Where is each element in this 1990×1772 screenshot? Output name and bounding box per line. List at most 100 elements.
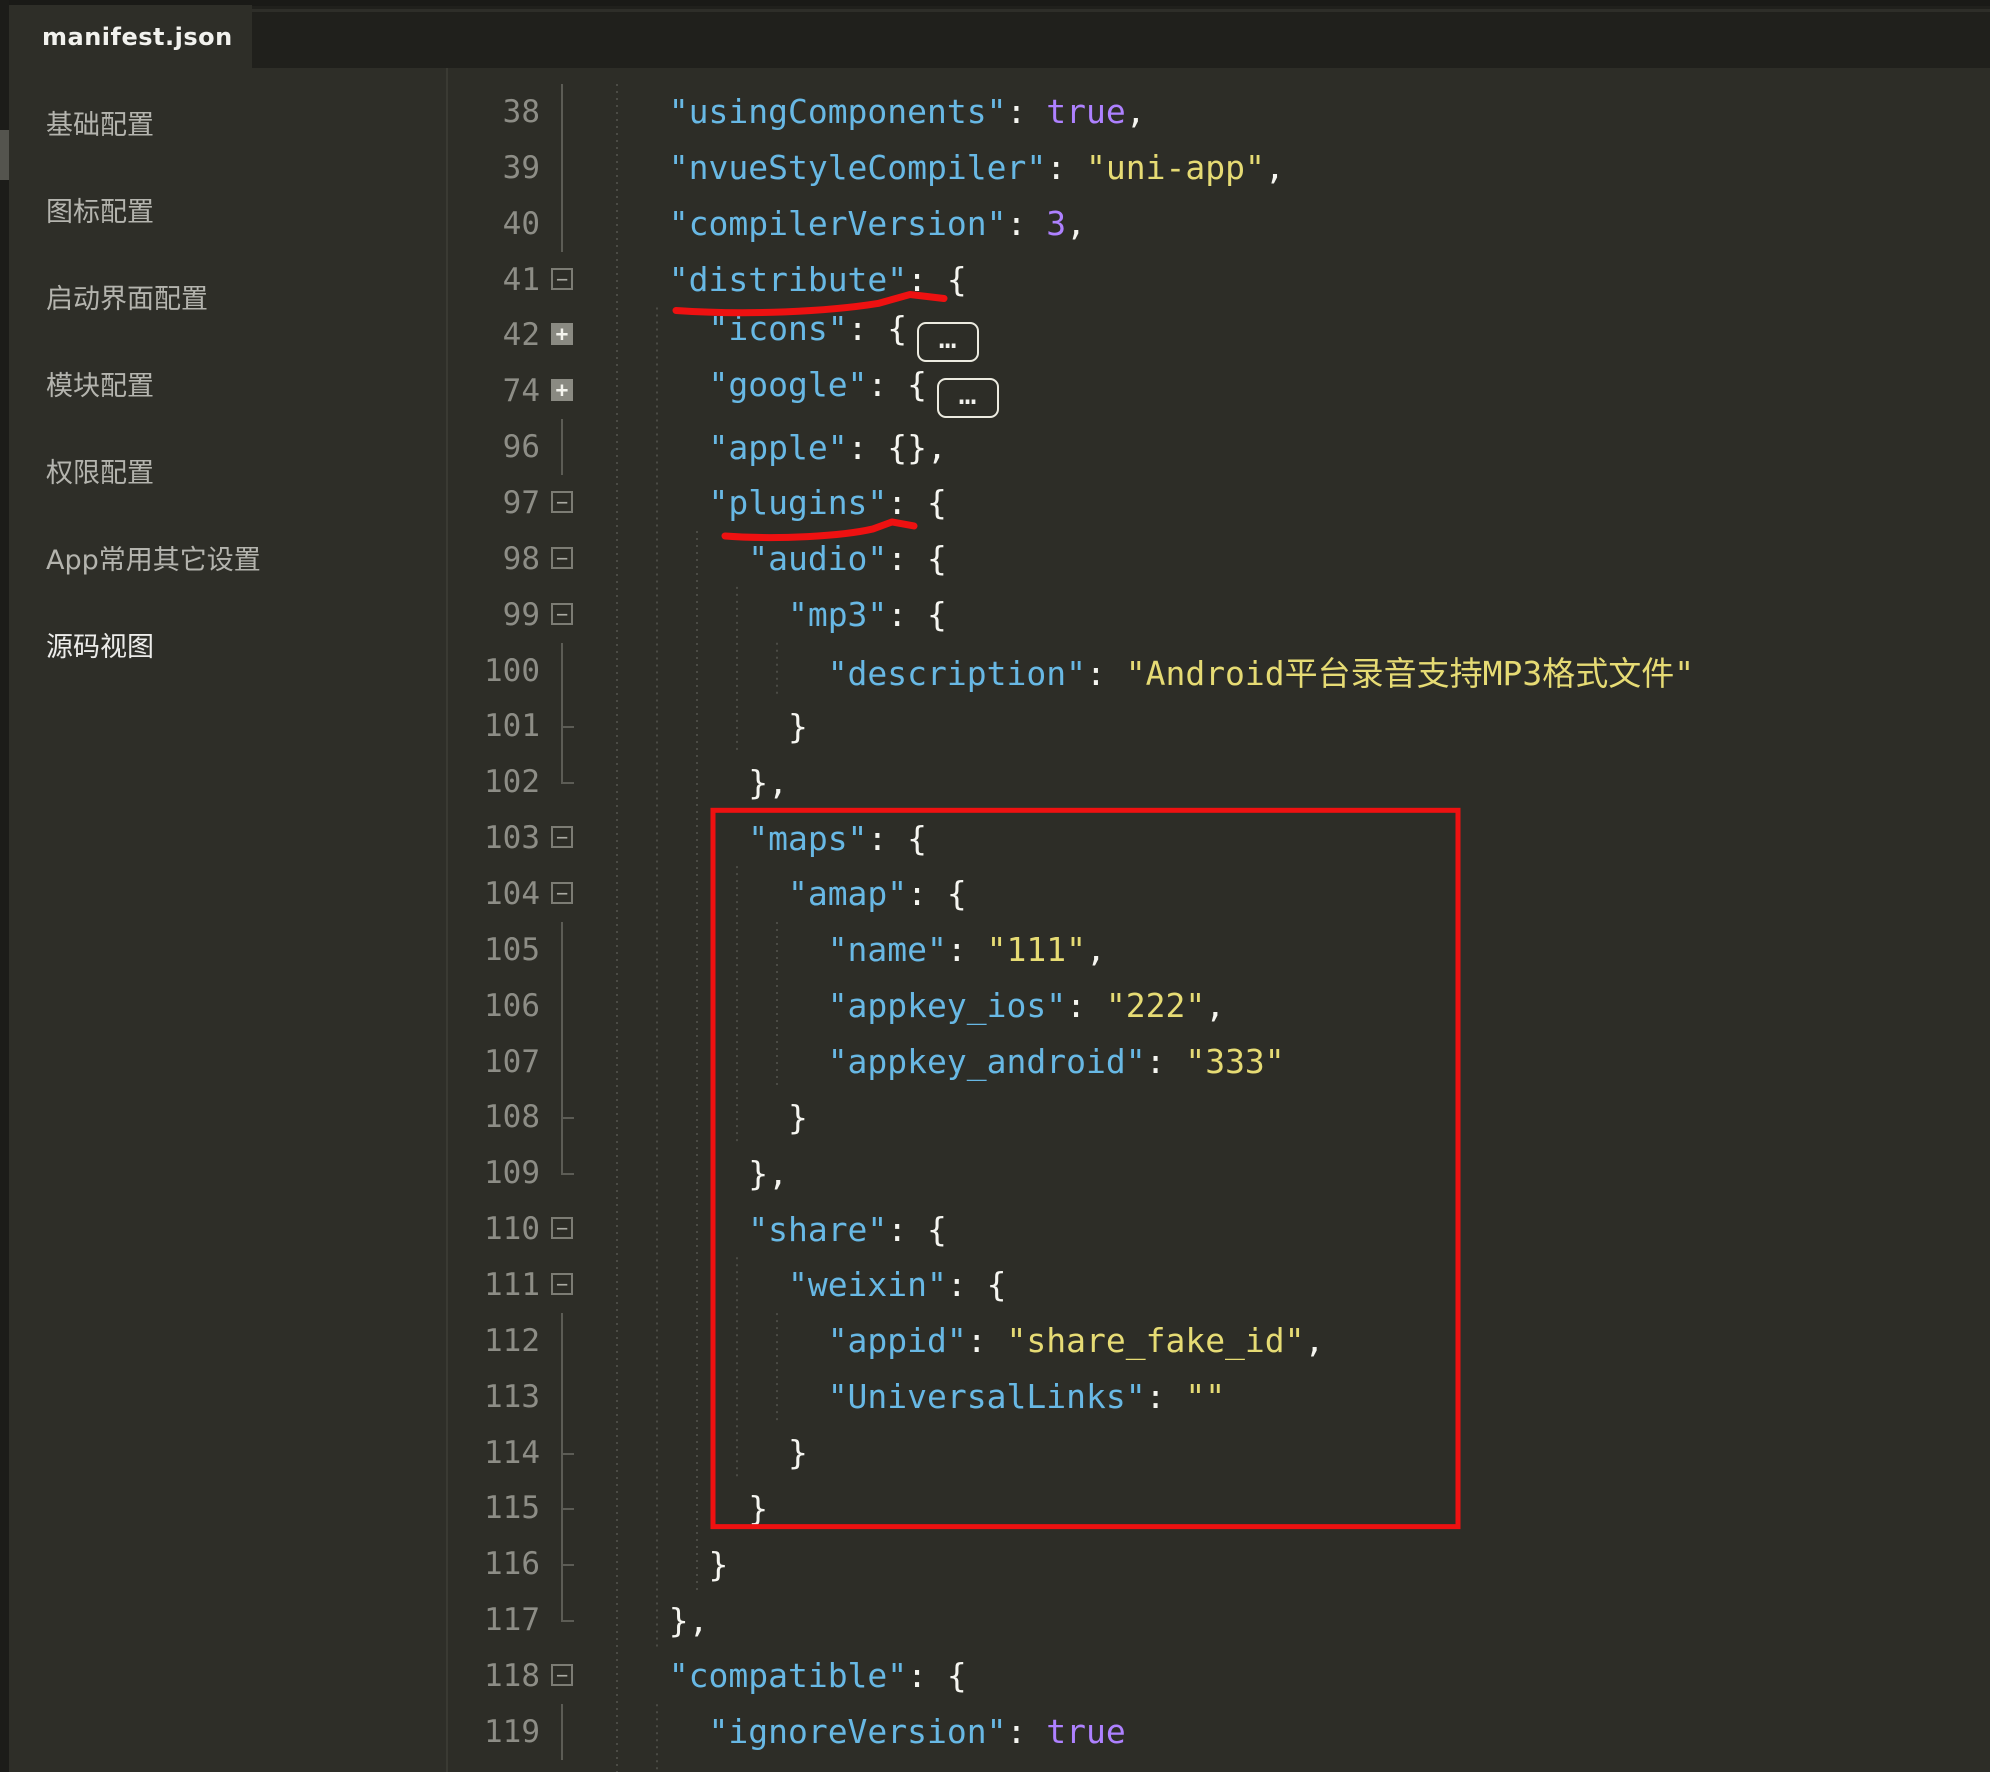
sidebar-item-5[interactable]: 权限配置: [9, 427, 446, 514]
code-text: "compilerVersion": 3,: [578, 204, 1086, 243]
line-number: 109: [448, 1155, 546, 1191]
token-punc: ,: [1305, 1321, 1325, 1360]
token-str: "share_fake_id": [1007, 1321, 1305, 1360]
token-punc: }: [788, 1433, 808, 1472]
token-key: "plugins": [708, 483, 887, 522]
token-punc: },: [748, 1154, 788, 1193]
fold-toggle-expanded-icon[interactable]: [546, 810, 578, 866]
code-editor[interactable]: 38 "usingComponents": true, 39 "nvueStyle…: [448, 68, 1990, 1772]
sidebar-item-3[interactable]: 启动界面配置: [9, 253, 446, 340]
token-punc: : {: [887, 539, 947, 578]
token-punc: },: [748, 763, 788, 802]
token-ws: [629, 1768, 669, 1772]
fold-toggle-collapsed-icon[interactable]: [546, 307, 578, 363]
token-ws: [629, 1656, 669, 1695]
token-ws: [629, 539, 748, 578]
token-punc: : {: [947, 1265, 1007, 1304]
token-ws: [629, 654, 828, 693]
code-line: 112 "appid": "share_fake_id",: [448, 1313, 1990, 1369]
token-key: "maps": [748, 819, 867, 858]
token-key: "appid": [828, 1321, 967, 1360]
fold-toggle-expanded-icon[interactable]: [546, 1257, 578, 1313]
fold-guide: [546, 1704, 578, 1760]
token-ws: [629, 707, 788, 746]
line-number: 41: [448, 262, 546, 298]
sidebar-item-7[interactable]: 源码视图: [9, 601, 446, 688]
fold-toggle-expanded-icon[interactable]: [546, 587, 578, 643]
fold-toggle-expanded-icon[interactable]: [546, 866, 578, 922]
collapsed-region-ellipsis-box[interactable]: …: [917, 322, 979, 362]
token-ws: [629, 819, 748, 858]
window-top-border: [9, 0, 1990, 6]
line-number: 40: [448, 206, 546, 242]
token-ws: [629, 1098, 788, 1137]
code-line: 98 "audio": {: [448, 531, 1990, 587]
window-top-border-2: [9, 9, 1990, 12]
line-number: 105: [448, 932, 546, 968]
fold-toggle-expanded-icon[interactable]: [546, 531, 578, 587]
token-punc: ,: [1066, 204, 1086, 243]
token-ws: [629, 204, 669, 243]
token-punc: }: [748, 1489, 768, 1528]
line-number: 114: [448, 1435, 546, 1471]
fold-toggle-expanded-icon[interactable]: [546, 252, 578, 308]
sidebar-item-6[interactable]: App常用其它设置: [9, 514, 446, 601]
code-text: "icons": {…: [578, 309, 979, 362]
token-key: "compatible": [669, 1656, 907, 1695]
token-ws: [629, 1321, 828, 1360]
fold-guide: [546, 1313, 578, 1369]
code-text: "name": "111",: [578, 930, 1106, 969]
token-punc: : {: [867, 819, 927, 858]
fold-guide: [546, 84, 578, 140]
sidebar-item-2[interactable]: 图标配置: [9, 166, 446, 253]
fold-guide: [546, 419, 578, 475]
code-line: 103 "maps": {: [448, 810, 1990, 866]
token-ws: [629, 428, 708, 467]
token-str: "": [1185, 1377, 1225, 1416]
code-text: }: [578, 1489, 768, 1528]
file-tab-label: manifest.json: [42, 23, 233, 51]
fold-guide: [546, 1089, 578, 1145]
token-ws: [629, 1545, 708, 1584]
collapsed-region-ellipsis-box[interactable]: …: [937, 378, 999, 418]
code-text: "UniversalLinks": "": [578, 1377, 1225, 1416]
token-key: "appkey_ios": [828, 986, 1066, 1025]
code-text: "appid": "share_fake_id",: [578, 1321, 1324, 1360]
code-text: }: [578, 1098, 808, 1137]
fold-guide: [546, 1425, 578, 1481]
file-tab-manifest-json[interactable]: manifest.json: [9, 5, 252, 68]
sidebar-item-4[interactable]: 模块配置: [9, 340, 446, 427]
line-number: 112: [448, 1323, 546, 1359]
sidebar-item-1[interactable]: 基础配置: [9, 79, 446, 166]
code-line: 116 }: [448, 1536, 1990, 1592]
line-number: 116: [448, 1546, 546, 1582]
line-number: 101: [448, 708, 546, 744]
line-number: 39: [448, 150, 546, 186]
code-text: }: [578, 1768, 689, 1772]
code-text: "ignoreVersion": true: [578, 1712, 1126, 1751]
token-key: "amap": [788, 874, 907, 913]
token-ws: [629, 595, 788, 634]
scrollbar-thumb[interactable]: [0, 130, 9, 180]
token-key: "compilerVersion": [669, 204, 1007, 243]
fold-toggle-expanded-icon[interactable]: [546, 1201, 578, 1257]
line-number: 118: [448, 1658, 546, 1694]
token-punc: : {: [887, 595, 947, 634]
fold-guide: [546, 978, 578, 1034]
token-key: "nvueStyleCompiler": [669, 148, 1047, 187]
code-text: "google": {…: [578, 365, 999, 418]
fold-toggle-expanded-icon[interactable]: [546, 1648, 578, 1704]
fold-guide: [546, 754, 578, 810]
token-punc: : {: [867, 365, 927, 404]
token-punc: : {: [907, 874, 967, 913]
code-line: 38 "usingComponents": true,: [448, 84, 1990, 140]
fold-toggle-expanded-icon[interactable]: [546, 475, 578, 531]
token-punc: :: [1066, 986, 1106, 1025]
line-number: 102: [448, 764, 546, 800]
fold-toggle-collapsed-icon[interactable]: [546, 363, 578, 419]
token-punc: }: [708, 1545, 728, 1584]
code-line: 109 },: [448, 1145, 1990, 1201]
token-key: "distribute": [669, 260, 907, 299]
token-key: "audio": [748, 539, 887, 578]
token-ws: [629, 986, 828, 1025]
